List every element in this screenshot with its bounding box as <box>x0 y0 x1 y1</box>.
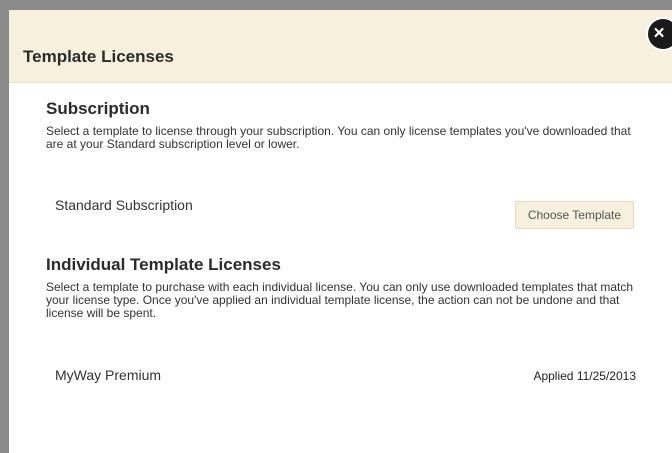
close-icon: × <box>653 23 665 44</box>
backdrop-top-strip <box>0 0 672 10</box>
individual-license-name: MyWay Premium <box>55 367 162 383</box>
individual-licenses-description: Select a template to purchase with each … <box>46 280 634 320</box>
subscription-license-row: Standard Subscription Choose Template <box>46 197 636 229</box>
applied-date-status: Applied 11/25/2013 <box>533 369 636 383</box>
individual-license-row: MyWay Premium Applied 11/25/2013 <box>46 367 636 397</box>
choose-template-button[interactable]: Choose Template <box>514 201 634 229</box>
subscription-heading: Subscription <box>46 99 150 118</box>
dialog-header: Template Licenses <box>9 10 672 83</box>
backdrop-left-border <box>0 10 9 453</box>
individual-licenses-heading: Individual Template Licenses <box>46 255 281 274</box>
close-button[interactable]: × <box>648 19 672 49</box>
subscription-description: Select a template to license through you… <box>46 124 631 151</box>
template-licenses-dialog: Template Licenses × Subscription Select … <box>9 10 672 453</box>
subscription-license-name: Standard Subscription <box>55 197 193 213</box>
dialog-title: Template Licenses <box>23 47 174 66</box>
